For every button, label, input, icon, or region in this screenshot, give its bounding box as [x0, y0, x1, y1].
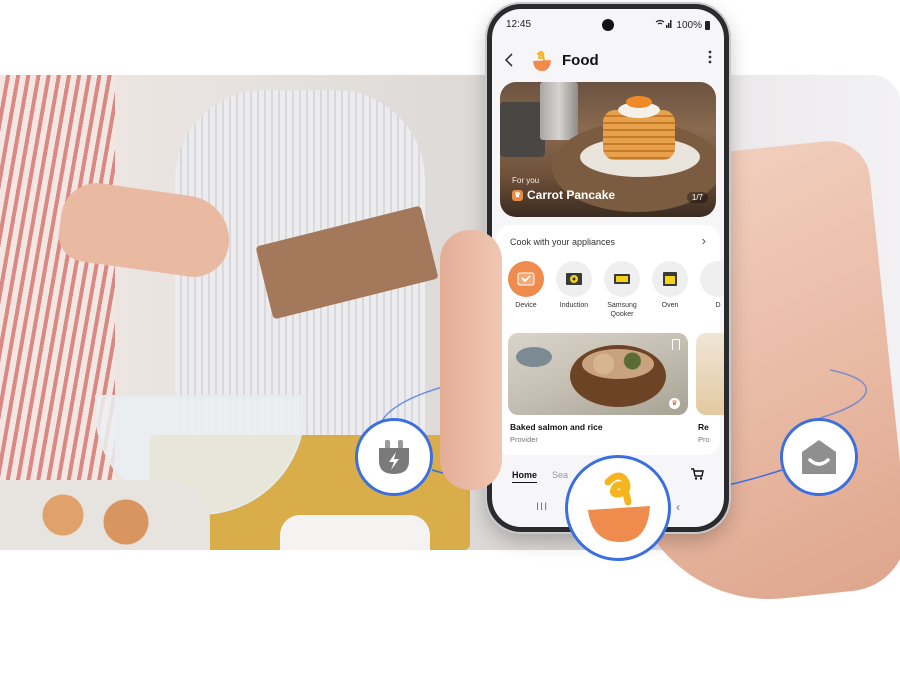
appliance-oven[interactable]: Oven	[646, 261, 694, 310]
appliance-label: D	[715, 302, 721, 309]
recipe-title[interactable]: Re	[698, 422, 709, 432]
coffee-mug	[500, 102, 545, 157]
bookmark-icon[interactable]	[672, 339, 680, 350]
herb-bowl	[516, 347, 552, 367]
hero-subtitle: For you	[512, 176, 540, 185]
phone-screen: 12:45 100% Food For you ♛ Carrot Pancake…	[492, 9, 724, 527]
chef-hat-icon: ♛	[512, 189, 523, 201]
egg-bowl	[0, 480, 210, 550]
appliance-label: Samsung Qooker	[607, 302, 637, 318]
white-cup	[280, 515, 430, 550]
appliance-label: Oven	[661, 302, 679, 309]
carrot-topping	[626, 96, 652, 108]
tab-search[interactable]: Sea	[552, 470, 568, 480]
tab-home[interactable]: Home	[512, 470, 538, 483]
thumb	[440, 230, 502, 490]
hero-title-row: ♛ Carrot Pancake	[512, 188, 615, 202]
smartthings-badge	[780, 418, 858, 496]
smartthings-home-icon	[802, 440, 836, 474]
oven-icon	[652, 261, 688, 297]
device-icon	[508, 261, 544, 297]
more-options-button[interactable]	[708, 50, 712, 69]
hero-title: Carrot Pancake	[527, 188, 616, 202]
recipe-card-image[interactable]: ♛	[508, 333, 688, 415]
nav-back-button[interactable]: ‹	[676, 500, 680, 514]
recipe-card-image-partial[interactable]	[696, 333, 724, 415]
battery-percent: 100%	[676, 19, 702, 31]
cart-button[interactable]	[691, 468, 704, 483]
appliance-partial[interactable]: D	[694, 261, 724, 310]
chevron-left-icon	[504, 53, 513, 67]
appliance-induction[interactable]: Induction	[550, 261, 598, 310]
chevron-right-icon[interactable]: ›	[702, 233, 706, 248]
moka-pot	[540, 82, 578, 140]
smartphone: 12:45 100% Food For you ♛ Carrot Pancake…	[487, 4, 729, 532]
hero-pager: 1/7	[686, 192, 708, 203]
status-bar: 12:45 100%	[492, 17, 724, 33]
featured-recipe-card[interactable]: For you ♛ Carrot Pancake 1/7	[500, 82, 716, 217]
back-button[interactable]	[504, 52, 514, 71]
cart-icon	[691, 468, 704, 480]
striped-apron	[0, 75, 115, 550]
appliances-card: Cook with your appliances › Device Induc…	[496, 225, 724, 455]
appliance-device[interactable]: Device	[502, 261, 550, 310]
induction-icon	[556, 261, 592, 297]
marketing-scene: 12:45 100% Food For you ♛ Carrot Pancake…	[0, 0, 900, 675]
smart-plug-icon	[379, 440, 409, 474]
status-right: 100%	[655, 19, 710, 31]
battery-icon	[705, 20, 710, 30]
food-app-logo-icon	[530, 50, 554, 72]
salmon-rice	[582, 349, 654, 379]
appliance-icon	[700, 261, 724, 297]
status-time: 12:45	[506, 19, 532, 30]
food-app-badge	[565, 455, 671, 561]
appliance-label: Device	[515, 302, 537, 309]
appliances-heading[interactable]: Cook with your appliances	[510, 237, 615, 247]
samsung-food-logo-icon	[588, 472, 650, 542]
appliance-label: Induction	[559, 302, 589, 309]
qooker-icon	[604, 261, 640, 297]
recipe-provider: Pro	[698, 435, 710, 444]
app-bar: Food	[492, 47, 724, 77]
more-vertical-icon	[708, 50, 712, 64]
smart-plug-badge	[355, 418, 433, 496]
recipe-provider: Provider	[510, 435, 538, 444]
recents-button[interactable]: III	[536, 501, 548, 513]
recipe-title[interactable]: Baked salmon and rice	[510, 422, 603, 432]
appliance-samsung-qooker[interactable]: Samsung Qooker	[598, 261, 646, 319]
chef-hat-icon: ♛	[669, 398, 680, 409]
wifi-signal-icon	[655, 19, 673, 31]
app-title: Food	[562, 52, 599, 69]
